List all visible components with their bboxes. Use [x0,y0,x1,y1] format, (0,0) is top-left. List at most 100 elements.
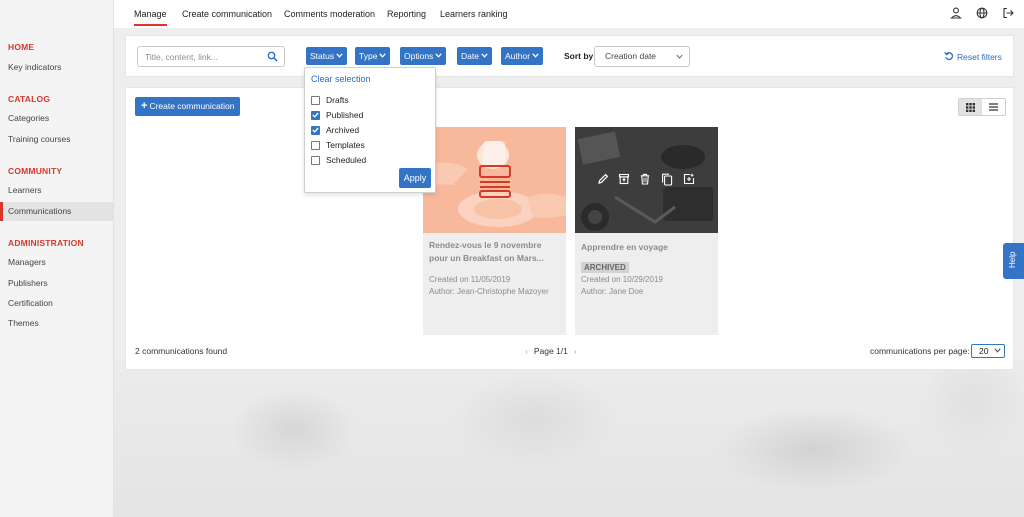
logout-icon[interactable] [1001,6,1015,20]
options-filter-label: Options [404,51,434,61]
sidebar-section-administration: ADMINISTRATION [8,238,84,248]
sidebar-item-certification[interactable]: Certification [0,294,113,313]
create-communication-label: Create communication [149,101,235,111]
chevron-down-icon [532,53,539,58]
card-title[interactable]: Rendez-vous le 9 novembre pour un Breakf… [429,239,561,265]
sidebar-item-categories[interactable]: Categories [0,109,113,128]
reset-icon [944,51,954,61]
grid-view-icon[interactable] [959,99,982,115]
add-icon[interactable] [683,173,695,185]
sidebar-item-learners[interactable]: Learners [0,181,113,200]
copy-icon[interactable] [661,173,673,186]
per-page-select[interactable]: 20 [971,344,1005,358]
clear-selection-link[interactable]: Clear selection [311,74,371,84]
card-author: Author: Jean-Christophe Mazoyer [429,287,549,296]
tab-learners-ranking[interactable]: Learners ranking [440,9,508,19]
communication-card[interactable]: Apprendre en voyage ARCHIVED Created on … [575,127,718,335]
sort-select[interactable]: Creation date [594,46,690,67]
chevron-down-icon [336,53,343,58]
status-filter-label: Status [310,51,335,61]
date-filter-label: Date [461,51,479,61]
sidebar-section-catalog: CATALOG [8,94,51,104]
sort-label: Sort by: [564,51,597,61]
tab-reporting[interactable]: Reporting [387,9,426,19]
chevron-down-icon [994,348,1001,353]
tab-create-communication[interactable]: Create communication [182,9,272,19]
edit-icon[interactable] [597,173,609,185]
per-page-label: communications per page: [870,346,970,356]
type-filter-label: Type [359,51,378,61]
card-created-date: Created on 11/05/2019 [429,275,511,284]
globe-icon[interactable] [975,6,989,20]
templates-checkbox[interactable] [311,140,320,150]
sidebar-item-publishers[interactable]: Publishers [0,274,113,293]
sidebar-item-training-courses[interactable]: Training courses [0,130,113,149]
chevron-down-icon [481,53,488,58]
status-option-scheduled[interactable]: Scheduled [311,154,366,166]
checkmark-icon [312,127,319,133]
archive-icon[interactable] [618,173,630,185]
user-icon[interactable] [949,6,963,20]
archived-badge: ARCHIVED [581,262,629,273]
communication-card[interactable]: Rendez-vous le 9 novembre pour un Breakf… [423,127,566,335]
author-filter-label: Author [505,51,531,61]
card-created-date: Created on 10/29/2019 [581,275,663,284]
option-label: Drafts [326,95,349,105]
apply-button[interactable]: Apply [399,168,431,188]
tab-comments-moderation[interactable]: Comments moderation [284,9,375,19]
option-label: Archived [326,125,360,135]
chevron-down-icon [676,54,683,59]
type-filter-button[interactable]: Type [355,47,391,65]
top-navigation: Manage Create communication Comments mod… [114,0,1024,28]
status-dropdown: Clear selection Drafts Published Archive… [304,67,436,193]
results-count: 2 communications found [135,346,228,356]
archived-checkbox[interactable] [311,125,320,135]
sidebar-item-managers[interactable]: Managers [0,253,113,272]
help-label: Help [1008,251,1017,268]
pagination: ‹ Page 1/1 › [519,346,583,356]
plus-icon: + [141,100,148,112]
tab-manage[interactable]: Manage [134,9,167,26]
published-checkbox[interactable] [311,110,320,120]
page-indicator: Page 1/1 [533,346,568,356]
help-tab[interactable]: Help [1003,243,1024,279]
author-filter-button[interactable]: Author [501,47,544,65]
status-option-archived[interactable]: Archived [311,124,359,136]
status-option-templates[interactable]: Templates [311,139,365,151]
filter-bar: Status Type Options Date Author Sort by:… [125,35,1014,77]
sidebar-item-themes[interactable]: Themes [0,314,113,333]
chevron-left-icon[interactable]: ‹ [525,346,528,356]
chevron-down-icon [379,53,387,58]
card-title[interactable]: Apprendre en voyage [581,241,713,254]
scheduled-checkbox[interactable] [311,155,320,165]
option-label: Templates [326,140,365,150]
status-filter-button[interactable]: Status [306,47,348,65]
sidebar-section-community: COMMUNITY [8,166,63,176]
blurred-background-image [114,360,1024,517]
view-toggle [958,98,1006,116]
delete-icon[interactable] [639,173,651,185]
option-label: Scheduled [326,155,367,165]
search-icon[interactable] [267,51,278,62]
create-communication-button[interactable]: + Create communication [135,97,241,116]
search-input[interactable] [138,47,262,66]
per-page-value: 20 [979,346,989,356]
card-thumbnail-breakfast [423,127,566,233]
reset-filters-link[interactable]: Reset filters [944,51,1002,62]
drafts-checkbox[interactable] [311,95,320,105]
list-view-icon[interactable] [982,99,1005,115]
sidebar-item-key-indicators[interactable]: Key indicators [0,58,113,77]
status-option-published[interactable]: Published [311,109,363,121]
sidebar-section-home: HOME [8,42,35,52]
sidebar-item-communications[interactable]: Communications [0,202,113,221]
date-filter-button[interactable]: Date [457,47,492,65]
options-filter-button[interactable]: Options [400,47,447,65]
status-option-drafts[interactable]: Drafts [311,94,349,106]
search-box [137,46,285,67]
sort-select-value: Creation date [605,51,657,61]
chevron-down-icon [435,53,442,58]
chevron-right-icon[interactable]: › [574,346,577,356]
checkmark-icon [312,112,319,118]
sidebar: HOME Key indicators CATALOG Categories T… [0,0,114,517]
reset-filters-label: Reset filters [957,52,1002,62]
